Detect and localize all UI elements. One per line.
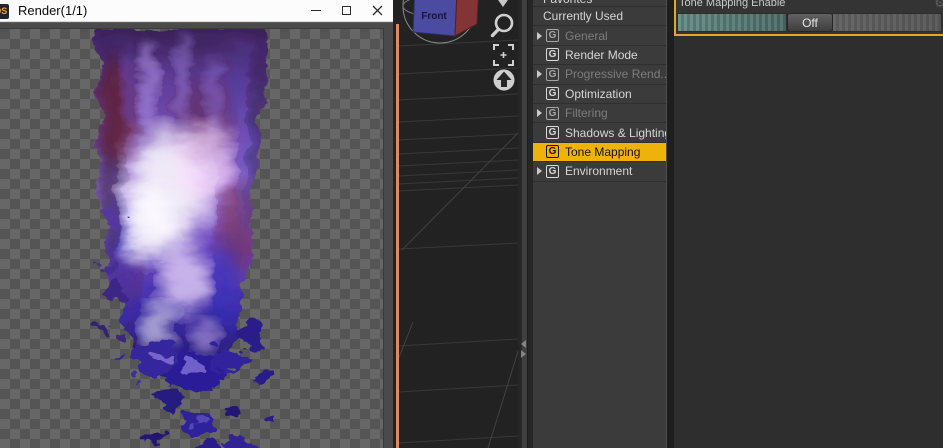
settings-row-favorites[interactable]: Favorites xyxy=(533,0,666,7)
splitter-bar[interactable] xyxy=(521,0,528,448)
collapse-left-icon[interactable] xyxy=(521,340,526,348)
app-icon: DS xyxy=(0,3,10,19)
settings-row-tone-mapping[interactable]: G Tone Mapping xyxy=(533,142,666,163)
toggle-fill-track[interactable] xyxy=(677,13,787,32)
close-icon xyxy=(372,5,383,16)
view-cube[interactable]: Front xyxy=(400,0,485,62)
close-button[interactable] xyxy=(362,0,393,22)
expand-arrow-icon[interactable] xyxy=(537,31,542,40)
rendered-flame-image xyxy=(95,29,271,448)
group-icon: G xyxy=(546,145,559,159)
render-settings-category-list: Favorites Currently Used G General G Ren… xyxy=(533,0,666,448)
gear-icon[interactable]: ⚙ xyxy=(934,0,943,11)
tone-mapping-parameters-panel: Tone Mapping Enable ⚙ Off xyxy=(674,0,943,448)
render-image-area xyxy=(0,28,384,448)
minimize-icon xyxy=(310,10,321,11)
maximize-button[interactable] xyxy=(331,0,362,22)
minimize-button[interactable] xyxy=(300,0,331,22)
group-icon: G xyxy=(546,67,559,81)
group-icon: G xyxy=(546,87,559,101)
settings-row-render-mode[interactable]: G Render Mode xyxy=(533,46,666,66)
selected-parameter-group: Tone Mapping Enable ⚙ Off xyxy=(674,0,943,36)
group-icon: G xyxy=(546,29,559,43)
group-icon: G xyxy=(546,126,559,140)
viewport-pane[interactable]: Front xyxy=(393,0,518,448)
settings-row-filtering[interactable]: G Filtering xyxy=(533,104,666,124)
toggle-empty-track[interactable] xyxy=(833,13,942,32)
viewport-toolbar xyxy=(490,0,515,91)
expand-arrow-icon[interactable] xyxy=(537,109,542,118)
frame-icon[interactable] xyxy=(493,44,514,66)
panel-divider xyxy=(666,0,674,448)
app-icon-text: DS xyxy=(0,3,9,19)
view-cube-front-label: Front xyxy=(421,11,447,22)
settings-row-progressive-rendering[interactable]: G Progressive Rend... xyxy=(533,65,666,85)
expand-arrow-icon[interactable] xyxy=(537,167,542,176)
settings-row-optimization[interactable]: G Optimization xyxy=(533,85,666,104)
settings-row-currently-used[interactable]: Currently Used xyxy=(533,7,666,27)
home-icon[interactable] xyxy=(493,69,515,91)
maximize-icon xyxy=(342,6,351,15)
settings-row-environment[interactable]: G Environment xyxy=(533,162,666,182)
zoom-icon[interactable] xyxy=(490,13,514,38)
daz-studio-screen: DS Render(1/1) xyxy=(0,0,943,448)
parameter-label: Tone Mapping Enable xyxy=(679,0,786,9)
toggle-off-button[interactable]: Off xyxy=(787,13,833,32)
settings-row-shadows-lighting[interactable]: G Shadows & Lighting xyxy=(533,123,666,143)
group-icon: G xyxy=(546,106,559,120)
render-window-titlebar[interactable]: DS Render(1/1) xyxy=(0,0,393,22)
orbit-down-icon[interactable] xyxy=(496,0,510,7)
settings-row-general[interactable]: G General xyxy=(533,26,666,46)
group-icon: G xyxy=(546,48,559,62)
active-viewport-border xyxy=(396,24,399,448)
collapse-right-icon[interactable] xyxy=(521,350,526,358)
expand-arrow-icon[interactable] xyxy=(537,70,542,79)
pane-splitter[interactable] xyxy=(518,0,533,448)
render-window: DS Render(1/1) xyxy=(0,0,393,448)
render-view-frame xyxy=(0,22,393,448)
tone-mapping-enable-toggle[interactable]: Off xyxy=(677,13,942,32)
splitter-collapse-arrows[interactable] xyxy=(521,338,530,360)
parameter-header: Tone Mapping Enable ⚙ xyxy=(676,0,943,12)
render-window-title: Render(1/1) xyxy=(18,3,88,18)
group-icon: G xyxy=(546,164,559,178)
